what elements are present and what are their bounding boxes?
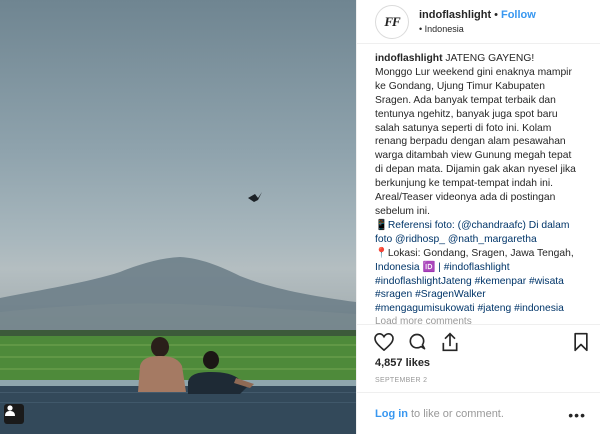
more-options-icon[interactable]: ••• <box>568 407 586 423</box>
share-icon[interactable] <box>439 331 461 353</box>
likes-count[interactable]: 4,857 likes <box>375 357 430 369</box>
login-prompt-text: to like or comment. <box>411 407 504 420</box>
caption-line: JATENG GAYENG! <box>442 53 535 64</box>
caption-mention-line[interactable]: foto @ridhosp_ @nath_margaretha <box>375 233 593 247</box>
avatar-logo: FF <box>384 13 400 29</box>
comment-icon[interactable] <box>406 331 428 353</box>
location-link[interactable]: Indonesia <box>425 24 464 34</box>
avatar[interactable]: FF <box>375 4 409 39</box>
bookmark-icon[interactable] <box>570 331 592 353</box>
login-footer: Log in to like or comment. ••• <box>357 392 600 434</box>
heart-icon[interactable] <box>373 331 395 353</box>
tagged-user-icon[interactable] <box>4 404 24 424</box>
caption-line: berkunjung ke tempat-tempat indah ini. <box>375 178 554 190</box>
caption-line: warga ditambah view Gunung megah tepat <box>375 150 572 162</box>
caption-hashtag-line[interactable]: Indonesia 🆔 | #indoflashlight <box>375 261 593 275</box>
landscape-illustration <box>0 192 356 434</box>
caption-line: renang berpadu dengan alam pesawahan <box>375 136 566 148</box>
post-header: FF indoflashlight • Follow • Indonesia <box>357 0 600 44</box>
caption-line: Sragen. Ada banyak tempat terbaik dan <box>375 94 556 106</box>
login-link[interactable]: Log in <box>375 408 408 420</box>
caption-username[interactable]: indoflashlight <box>375 53 443 64</box>
location-dot: • <box>419 23 423 34</box>
post-details-panel: FF indoflashlight • Follow • Indonesia ind… <box>356 0 600 434</box>
caption-hashtag-line[interactable]: #indoflashlightJateng #kemenpar #wisata <box>375 275 593 289</box>
caption-line: Areal/Teaser videonya ada di postingan <box>375 192 556 204</box>
follow-button[interactable]: Follow <box>501 9 536 21</box>
caption-hashtag-line[interactable]: #mengagumisukowati #jateng #indonesia <box>375 302 593 316</box>
caption-line: sebelum ini. <box>375 205 430 217</box>
caption-line: tentunya ngehitz, banyak juga spot baru <box>375 108 558 120</box>
username-link[interactable]: indoflashlight <box>419 9 491 21</box>
caption: indoflashlight JATENG GAYENG! Monggo Lur… <box>375 52 593 322</box>
caption-mention-line[interactable]: 📱Referensi foto: (@chandraafc) Di dalam <box>375 219 593 233</box>
caption-hashtag-line[interactable]: #sragen #SragenWalker <box>375 288 593 302</box>
separator-dot: • <box>494 8 498 21</box>
caption-line: salah satunya seperti di foto ini. Kolam <box>375 122 552 134</box>
load-more-comments[interactable]: Load more comments <box>375 316 472 324</box>
caption-line: ke Gondang, Ujung Timur Kabupaten <box>375 80 546 92</box>
caption-line: 📍Lokasi: Gondang, Sragen, Jawa Tengah, <box>375 247 574 259</box>
caption-line: Monggo Lur weekend gini enaknya mampir <box>375 66 572 78</box>
caption-line: di depan mata. Dijamin gak akan nyesel j… <box>375 164 576 176</box>
post-date: SEPTEMBER 2 <box>375 377 428 384</box>
action-bar <box>357 324 600 358</box>
post-photo[interactable] <box>0 0 356 434</box>
